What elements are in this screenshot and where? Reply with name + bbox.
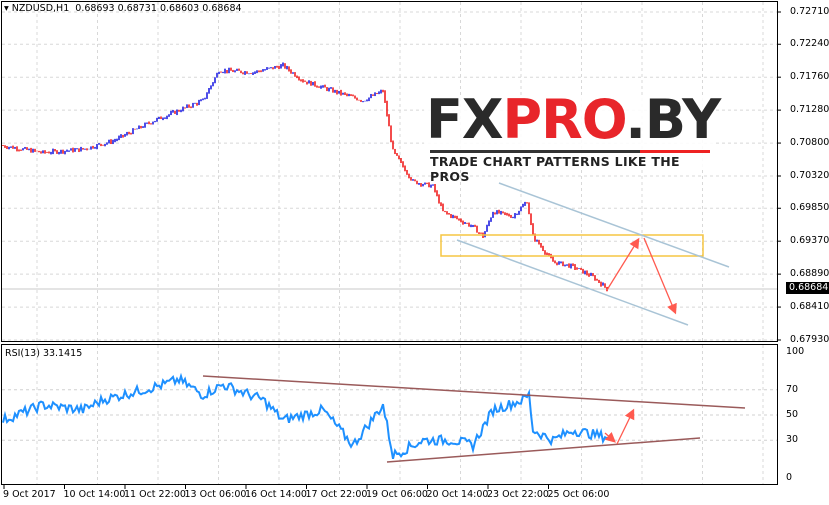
chart-title: ▾ NZDUSD,H1 0.68693 0.68731 0.68603 0.68…: [4, 3, 242, 14]
logo-pro: PRO: [502, 88, 627, 151]
rsi-series: [2, 372, 608, 460]
price-label: 0.72710: [790, 6, 829, 17]
current-price-label: 0.68684: [786, 282, 829, 294]
time-label: 25 Oct 06:00: [547, 489, 610, 500]
rsi-line: [2, 372, 608, 460]
price-label: 0.70320: [790, 170, 829, 181]
rsi-title: RSI(13) 33.1415: [5, 348, 83, 359]
rsi-level-label: 100: [786, 346, 805, 357]
price-label: 0.72240: [790, 38, 829, 50]
channel-lower-line[interactable]: [456, 239, 689, 326]
price-label: 0.71280: [790, 104, 829, 116]
price-label: 0.71760: [790, 71, 829, 83]
time-label: 23 Oct 22:00: [487, 489, 549, 500]
rsi-arrow-up[interactable]: [616, 408, 635, 445]
price-label: 0.69850: [790, 202, 829, 214]
logo-fx: FX: [426, 88, 504, 151]
time-label: 19 Oct 06:00: [366, 489, 428, 500]
time-label: 9 Oct 2017: [3, 489, 56, 500]
rsi-level-label: 70: [786, 383, 799, 395]
arrow-down[interactable]: [643, 237, 677, 315]
logo-by: .BY: [625, 88, 721, 151]
time-label: 20 Oct 14:00: [426, 489, 489, 500]
time-label: 13 Oct 06:00: [184, 489, 247, 500]
time-label: 10 Oct 14:00: [63, 489, 126, 500]
logo-underline: [430, 150, 710, 153]
time-label: 17 Oct 22:00: [305, 489, 368, 500]
rsi-level-label: 0: [786, 472, 793, 483]
price-label: 0.69370: [790, 235, 829, 247]
chart-canvas[interactable]: [0, 0, 829, 505]
ohlc-close: 0.68684: [202, 3, 242, 14]
price-label: 0.70800: [790, 137, 829, 149]
price-label: 0.67930: [790, 334, 829, 345]
logo-tagline: TRADE CHART PATTERNS LIKE THE PROS: [430, 154, 680, 184]
fxpro-logo: FXPRO.BY TRADE CHART PATTERNS LIKE THE P…: [424, 90, 721, 184]
symbol: NZDUSD,H1: [11, 3, 70, 14]
resistance-zone[interactable]: [440, 234, 704, 257]
time-label: 11 Oct 22:00: [124, 489, 186, 500]
grid: [2, 2, 777, 484]
rsi-level-label: 30: [786, 434, 799, 446]
time-ticks: [3, 11, 781, 489]
time-label: 16 Oct 14:00: [245, 489, 307, 500]
rsi-upper-trendline[interactable]: [202, 375, 746, 409]
arrow-up[interactable]: [606, 237, 640, 291]
ohlc-low: 0.68603: [159, 3, 200, 14]
ohlc-high: 0.68731: [117, 3, 157, 14]
price-label: 0.68410: [790, 301, 829, 313]
ohlc-open: 0.68693: [75, 3, 115, 14]
rsi-level-label: 50: [786, 409, 799, 420]
price-label: 0.68890: [790, 268, 829, 280]
